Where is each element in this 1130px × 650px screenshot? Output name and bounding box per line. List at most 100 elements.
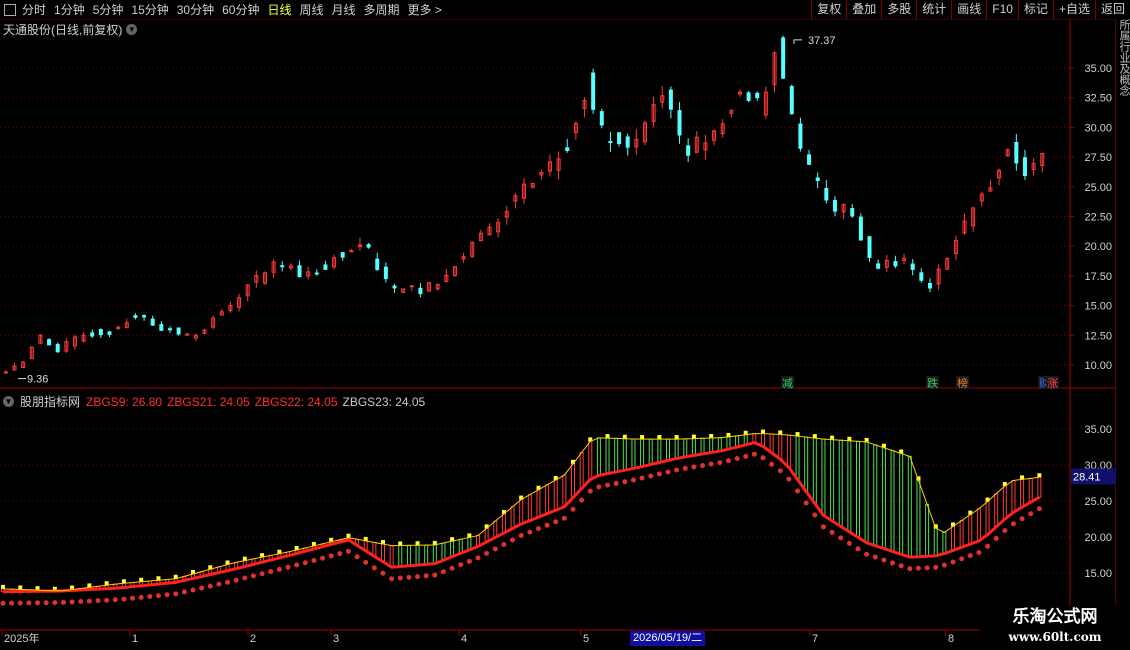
- indicator-dot: [371, 565, 377, 571]
- indicator-bar: [1002, 485, 1007, 520]
- indicator-bar: [985, 501, 990, 536]
- indicator-dot: [440, 569, 446, 575]
- candle-body: [107, 331, 112, 335]
- indicator-dot: [276, 566, 282, 572]
- indicator-dot: [743, 453, 749, 459]
- candle-body: [409, 285, 414, 288]
- ind-y-tick-label: 25.00: [1084, 496, 1112, 508]
- candle-body: [910, 263, 915, 270]
- indicator-top-square: [1037, 473, 1042, 478]
- indicator-dot: [354, 554, 360, 560]
- indicator-dot: [147, 593, 153, 599]
- indicator-dot: [510, 537, 516, 543]
- indicator-bar: [795, 435, 800, 481]
- indicator-dot: [820, 524, 826, 530]
- indicator-bar: [968, 514, 973, 545]
- indicator-dot: [527, 529, 533, 535]
- support-line: [2, 441, 1041, 594]
- indicator-dot: [337, 551, 343, 557]
- indicator-top-square: [709, 434, 714, 439]
- candle-body: [755, 92, 760, 99]
- indicator-title: ▼ 股朋指标网 ZBGS9: 26.80 ZBGS21: 24.05 ZBGS22:…: [3, 393, 430, 410]
- indicator-top-square: [691, 434, 696, 439]
- indicator-value-1: ZBGS21: 24.05: [167, 394, 250, 409]
- indicator-bar: [527, 494, 532, 522]
- indicator-dot: [0, 600, 6, 606]
- indicator-bar: [925, 503, 930, 557]
- indicator-dot: [492, 546, 498, 552]
- indicator-bar: [596, 437, 601, 476]
- indicator-dot: [967, 553, 973, 559]
- indicator-bar: [881, 447, 886, 550]
- indicator-dot: [466, 558, 472, 564]
- candle-body: [185, 333, 190, 336]
- indicator-bar: [614, 437, 619, 473]
- ind-y-tick-label: 15.00: [1084, 568, 1112, 580]
- indicator-dot: [751, 451, 757, 457]
- indicator-dot: [890, 560, 896, 566]
- candle-body: [47, 339, 52, 346]
- indicator-dot: [17, 600, 23, 606]
- indicator-dot: [795, 488, 801, 494]
- indicator-dot: [484, 550, 490, 556]
- candle-body: [608, 141, 613, 144]
- chevron-down-icon[interactable]: ▼: [3, 396, 14, 407]
- candle-body: [159, 324, 164, 331]
- candle-body: [824, 187, 829, 201]
- indicator-bar: [976, 508, 981, 542]
- indicator-top-square: [398, 541, 403, 546]
- indicator-dot: [613, 480, 619, 486]
- indicator-dot: [915, 565, 921, 571]
- indicator-bar: [579, 452, 584, 490]
- indicator-dot: [302, 560, 308, 566]
- high-label: 37.37: [808, 35, 836, 47]
- indicator-dot: [311, 557, 317, 563]
- indicator-bar: [381, 543, 385, 563]
- indicator-bar: [519, 499, 524, 525]
- indicator-name: 股朋指标网: [20, 395, 81, 409]
- candle-body: [280, 265, 285, 268]
- indicator-dot: [691, 464, 697, 470]
- resistance-line: [2, 433, 1040, 592]
- indicator-dot: [1002, 528, 1008, 534]
- indicator-dot: [138, 594, 144, 600]
- indicator-dot: [501, 541, 507, 547]
- indicator-values: ZBGS9: 26.80 ZBGS21: 24.05 ZBGS22: 24.05 ZB…: [86, 395, 430, 409]
- right-info-strip[interactable]: 所属行业及概念: [1116, 19, 1130, 630]
- indicator-dot: [786, 476, 792, 482]
- indicator-top-square: [35, 586, 40, 591]
- indicator-dot: [769, 461, 775, 467]
- indicator-dot: [777, 468, 783, 474]
- indicator-bar: [398, 544, 403, 568]
- indicator-bar: [916, 479, 921, 558]
- indicator-bar: [709, 437, 714, 454]
- indicator-dot: [363, 559, 369, 565]
- indicator-top-square: [761, 429, 765, 434]
- candle-body: [798, 123, 803, 149]
- indicator-dot: [803, 500, 809, 506]
- indicator-dot: [242, 575, 248, 581]
- chevron-down-icon[interactable]: ▼: [126, 24, 138, 35]
- indicator-bar: [847, 440, 852, 533]
- event-marker: 跌: [927, 376, 938, 390]
- watermark-title: 乐淘公式网: [1012, 607, 1098, 627]
- event-marker: 榜: [957, 376, 968, 390]
- indicator-dot: [43, 600, 49, 606]
- indicator-dot: [259, 571, 265, 577]
- indicator-dot: [682, 465, 688, 471]
- indicator-dot: [104, 597, 110, 603]
- indicator-bar: [553, 479, 558, 511]
- indicator-dot: [561, 515, 567, 521]
- indicator-value-2: ZBGS22: 24.05: [254, 394, 338, 409]
- crosshair-date-label: 2026/05/19/二: [630, 631, 706, 646]
- indicator-dot: [674, 467, 680, 473]
- candle-body: [340, 252, 345, 258]
- indicator-dot: [665, 469, 671, 475]
- ind-y-tick-label: 20.00: [1084, 532, 1112, 544]
- indicator-dot: [225, 579, 231, 585]
- indicator-dot: [285, 564, 291, 570]
- indicator-dot: [553, 519, 559, 525]
- chart-canvas[interactable]: 35.00 32.50 30.00 27.50 25.00 22.50 20.00 17.50…: [0, 0, 1130, 650]
- low-label: 9.36: [27, 374, 48, 386]
- indicator-top-square: [605, 434, 610, 439]
